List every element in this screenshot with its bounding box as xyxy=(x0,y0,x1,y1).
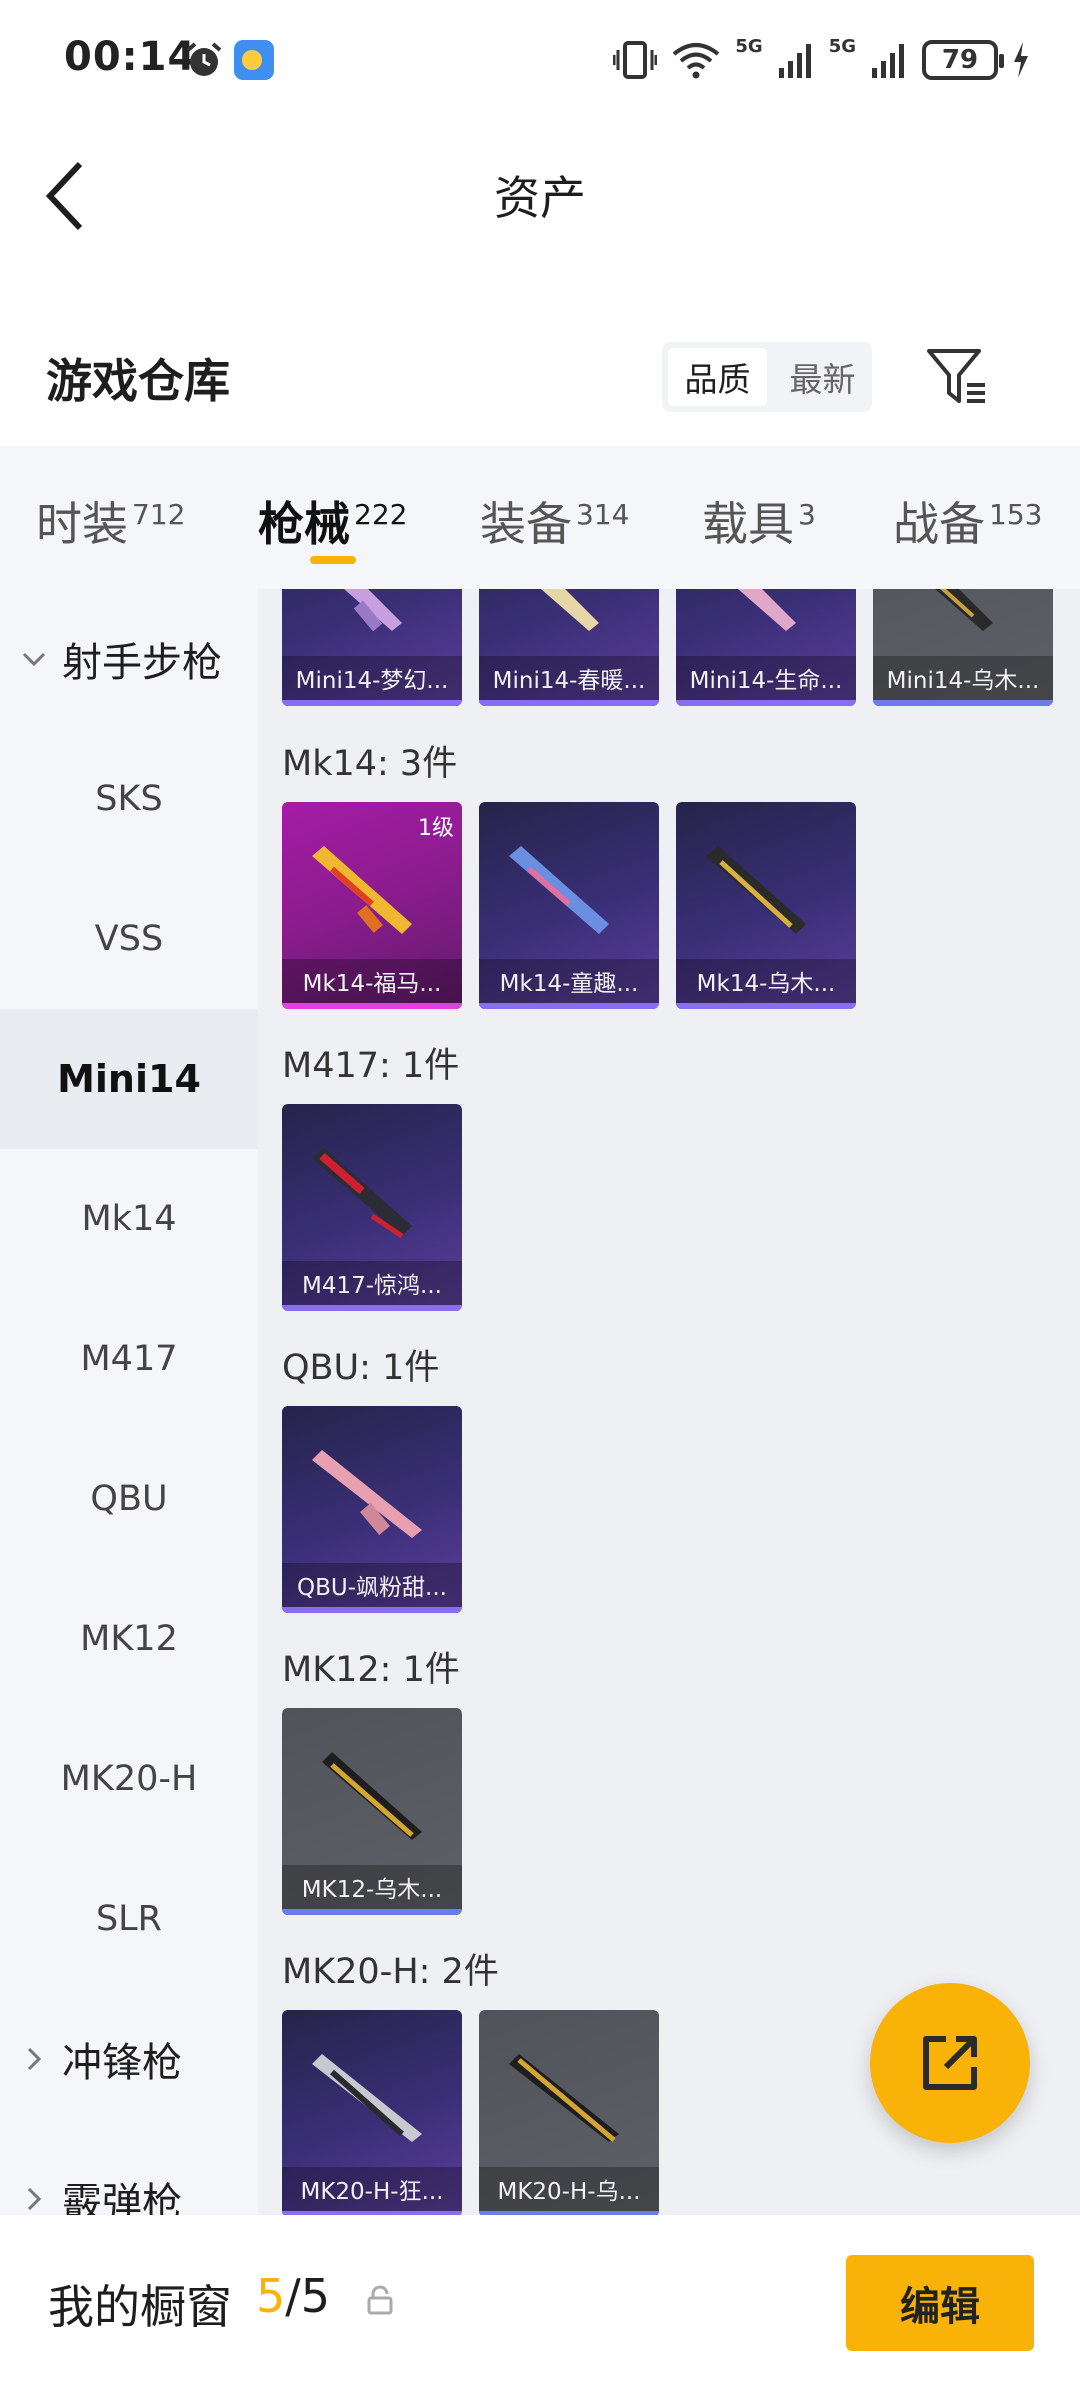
tab-outfits[interactable]: 时装 712 xyxy=(36,488,185,554)
filter-icon[interactable] xyxy=(925,345,987,407)
item-card[interactable]: Mk14-童趣... xyxy=(479,802,659,1009)
weather-app-icon xyxy=(234,40,274,80)
warehouse-title: 游戏仓库 xyxy=(46,354,230,408)
rifle-skin-icon xyxy=(312,2054,422,2142)
item-name: Mk14-乌木... xyxy=(676,959,856,1003)
showcase-label: 我的橱窗 xyxy=(48,2280,232,2334)
sidebar-item-mk14[interactable]: Mk14 xyxy=(0,1149,258,1289)
showcase-count: 5/5 xyxy=(256,2269,331,2323)
vibrate-icon xyxy=(613,41,658,79)
item-card[interactable]: Mk14-乌木... xyxy=(676,802,856,1009)
item-name: Mini14-乌木... xyxy=(873,656,1053,700)
item-name: MK20-H-狂... xyxy=(282,2167,462,2211)
sort-quality-button[interactable]: 品质 xyxy=(668,348,767,406)
share-external-icon xyxy=(923,2036,977,2090)
item-name: Mk14-福马... xyxy=(282,959,462,1003)
lock-icon xyxy=(367,2285,393,2315)
tab-vehicles[interactable]: 载具 3 xyxy=(702,488,816,554)
item-card[interactable]: Mini14-春暖... xyxy=(479,589,659,706)
sidebar-item-vss[interactable]: VSS xyxy=(0,869,258,1009)
chevron-right-icon xyxy=(27,2047,42,2071)
battery-icon: 79 xyxy=(922,40,1004,80)
sidebar-item-sks[interactable]: SKS xyxy=(0,729,258,869)
network-type-1: 5G xyxy=(735,36,763,57)
group-label-mk14: Mk14: 3件 xyxy=(282,744,458,784)
item-card[interactable]: QBU-飒粉甜... xyxy=(282,1406,462,1613)
rifle-skin-icon xyxy=(322,1752,422,1840)
group-label-qbu: QBU: 1件 xyxy=(282,1348,440,1388)
status-time: 00:14 xyxy=(64,34,197,80)
rifle-skin-icon xyxy=(509,2054,619,2142)
group-label-mk20h: MK20-H: 2件 xyxy=(282,1952,499,1992)
sidebar-category-marksman[interactable]: 射手步枪 xyxy=(0,589,258,729)
wifi-icon xyxy=(673,43,720,79)
sidebar-item-mk12[interactable]: MK12 xyxy=(0,1569,258,1709)
network-type-2: 5G xyxy=(828,36,856,57)
alarm-icon xyxy=(186,42,222,76)
sidebar-category-shotgun[interactable]: 霰弹枪 xyxy=(0,2129,258,2215)
rifle-skin-icon xyxy=(312,1148,412,1239)
item-name: MK20-H-乌... xyxy=(479,2167,659,2211)
sort-toggle: 品质 最新 xyxy=(662,342,872,412)
signal-icon-2 xyxy=(872,44,904,78)
signal-icon xyxy=(778,44,811,78)
sidebar-item-qbu[interactable]: QBU xyxy=(0,1429,258,1569)
item-name: Mini14-春暖... xyxy=(479,656,659,700)
chevron-right-icon xyxy=(27,2187,42,2211)
rifle-skin-icon xyxy=(509,846,609,934)
charging-icon xyxy=(1014,42,1028,78)
category-tabs: 时装 712 枪械 222 装备 314 载具 3 战备 153 xyxy=(0,446,1080,589)
item-name: Mk14-童趣... xyxy=(479,959,659,1003)
rifle-skin-icon xyxy=(312,1450,422,1538)
item-name: M417-惊鸿... xyxy=(282,1261,462,1305)
rifle-skin-icon xyxy=(344,589,402,632)
item-card[interactable]: MK12-乌木... xyxy=(282,1708,462,1915)
chevron-down-icon xyxy=(22,652,46,667)
item-name: QBU-飒粉甜... xyxy=(282,1563,462,1607)
sidebar-item-mini14[interactable]: Mini14 xyxy=(0,1009,258,1149)
item-card[interactable]: MK20-H-狂... xyxy=(282,2010,462,2215)
app-header: 资产 xyxy=(0,120,1080,270)
rifle-skin-icon xyxy=(935,589,993,631)
item-card[interactable]: MK20-H-乌... xyxy=(479,2010,659,2215)
rifle-skin-icon xyxy=(738,589,796,631)
rifle-skin-icon xyxy=(541,589,599,631)
showcase-bar: 我的橱窗 5/5 编辑 xyxy=(0,2215,1080,2382)
status-icons: 5G 5G 79 xyxy=(613,36,1030,84)
item-card[interactable]: Mini14-梦幻... xyxy=(282,589,462,706)
sidebar-item-slr[interactable]: SLR xyxy=(0,1849,258,1989)
item-card[interactable]: 1级 Mk14-福马... xyxy=(282,802,462,1009)
item-card[interactable]: Mini14-乌木... xyxy=(873,589,1053,706)
share-button[interactable] xyxy=(870,1983,1030,2143)
sidebar-item-mk20h[interactable]: MK20-H xyxy=(0,1709,258,1849)
rifle-skin-icon xyxy=(706,846,806,934)
group-label-m417: M417: 1件 xyxy=(282,1046,460,1086)
edit-button[interactable]: 编辑 xyxy=(846,2255,1034,2351)
item-card[interactable]: Mini14-生命... xyxy=(676,589,856,706)
status-bar: 00:14 5G 5G 79 xyxy=(0,0,1080,120)
item-name: Mini14-梦幻... xyxy=(282,656,462,700)
tab-equipment[interactable]: 装备 314 xyxy=(480,488,629,554)
page-title: 资产 xyxy=(494,171,586,225)
sort-newest-button[interactable]: 最新 xyxy=(773,342,872,412)
item-name: Mini14-生命... xyxy=(676,656,856,700)
tab-firearms[interactable]: 枪械 222 xyxy=(258,488,407,554)
weapon-sidebar: 射手步枪 SKS VSS Mini14 Mk14 M417 QBU MK12 M… xyxy=(0,589,258,2215)
item-grid: Mini14-梦幻... Mini14-春暖... Mini14-生命... M… xyxy=(258,589,1080,2215)
sidebar-item-m417[interactable]: M417 xyxy=(0,1289,258,1429)
rifle-skin-icon xyxy=(312,846,412,934)
active-tab-indicator xyxy=(310,556,356,564)
group-label-mk12: MK12: 1件 xyxy=(282,1650,460,1690)
tab-battle-gear[interactable]: 战备 153 xyxy=(893,488,1042,554)
sidebar-category-smg[interactable]: 冲锋枪 xyxy=(0,1989,258,2129)
item-name: MK12-乌木... xyxy=(282,1865,462,1909)
item-card[interactable]: M417-惊鸿... xyxy=(282,1104,462,1311)
